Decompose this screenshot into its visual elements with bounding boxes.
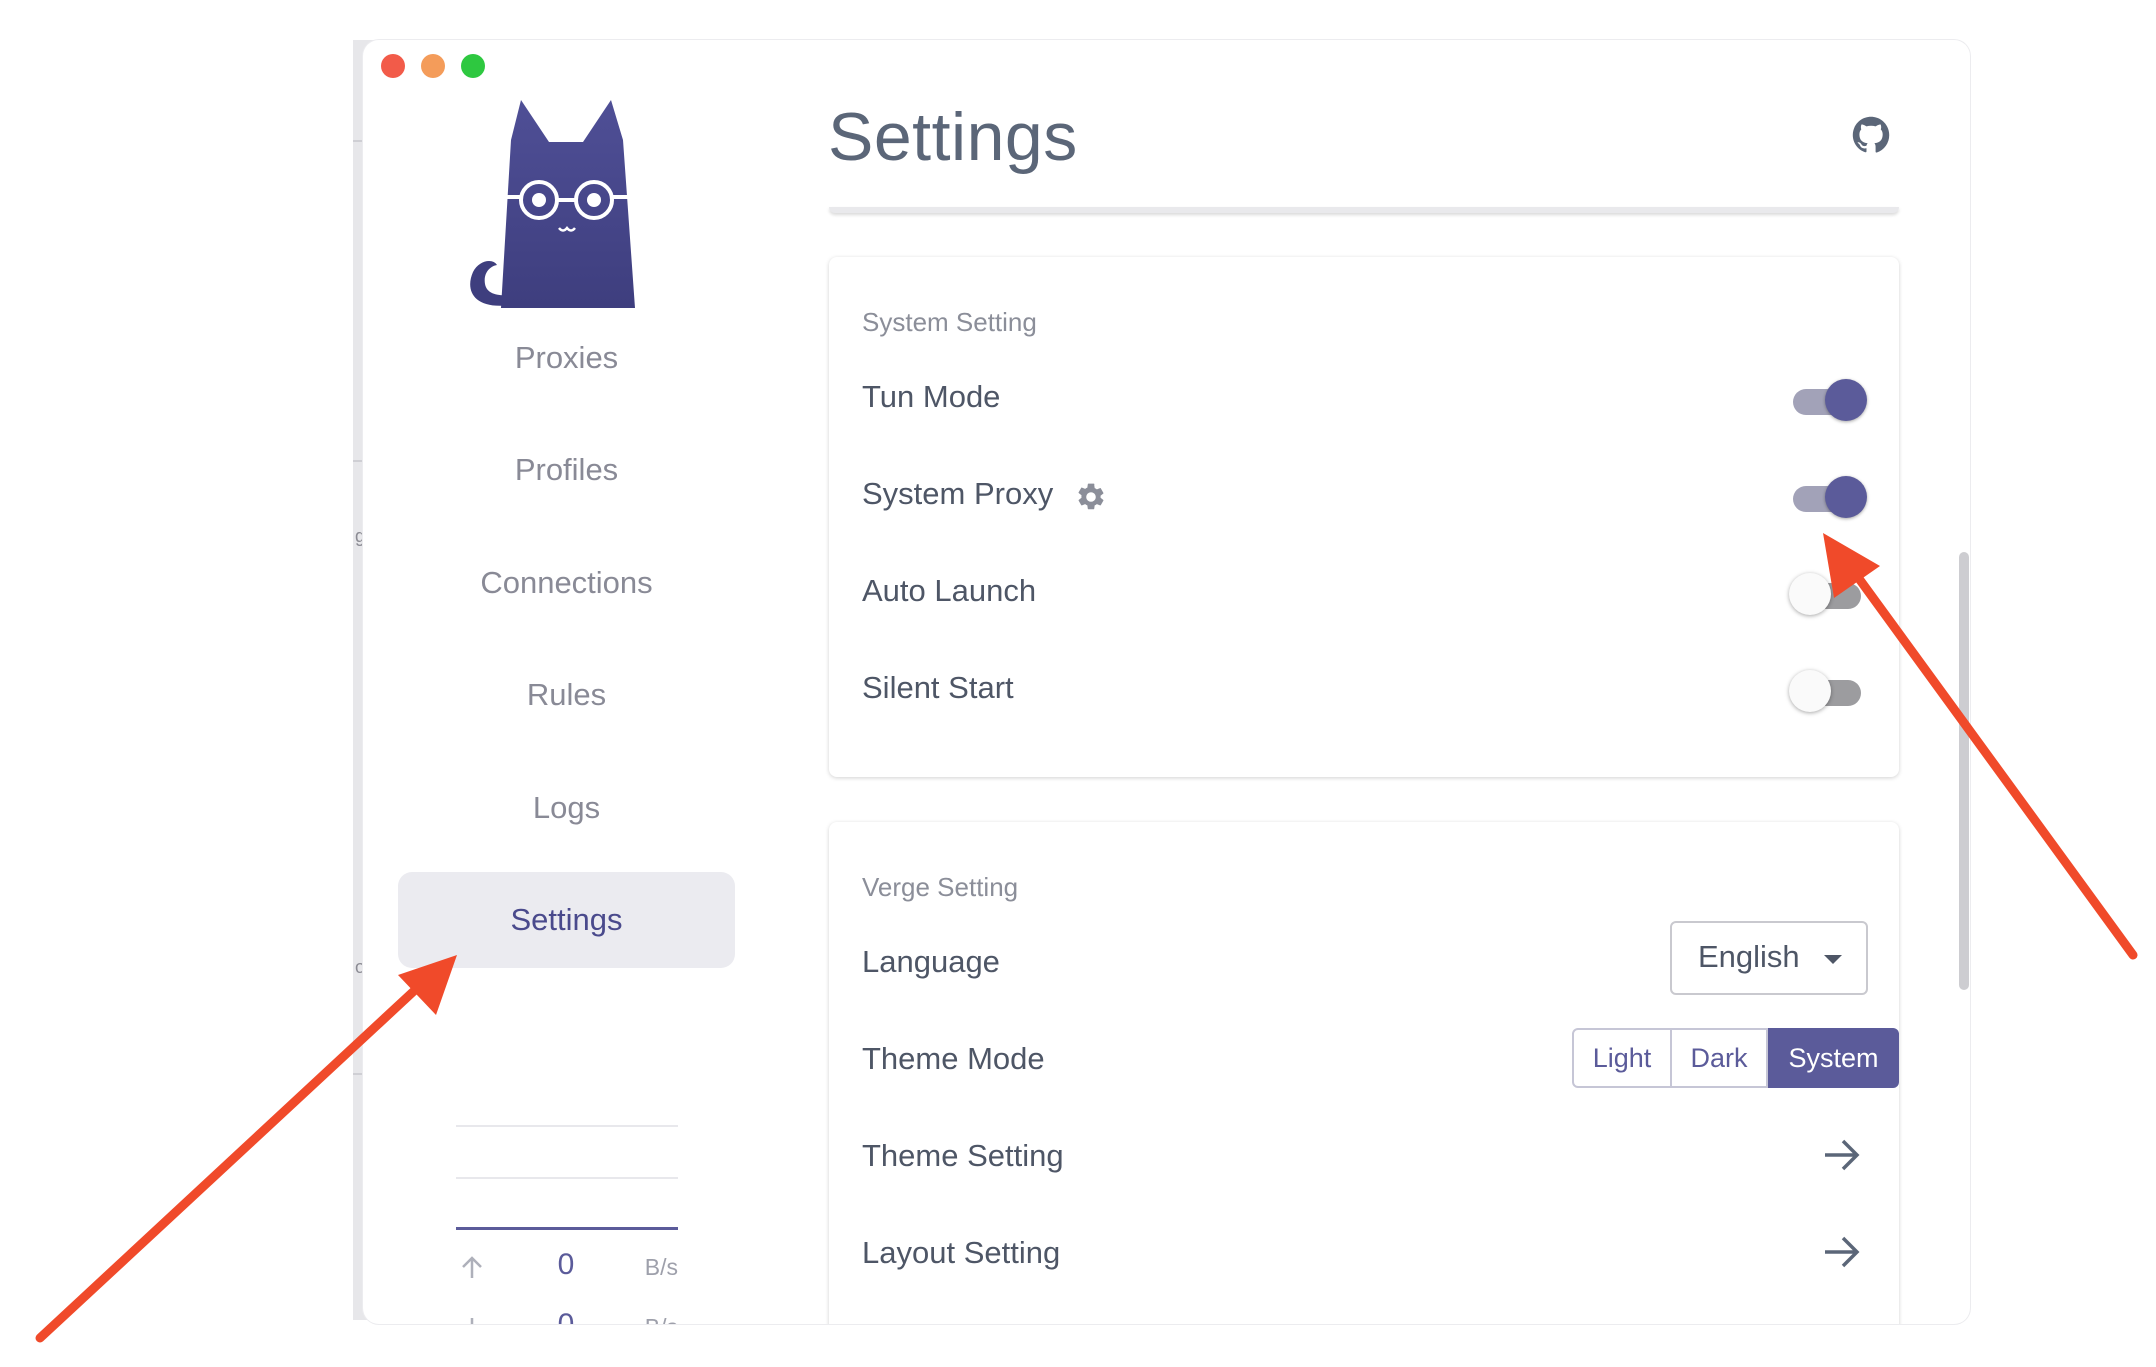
theme-dark-button[interactable]: Dark bbox=[1672, 1028, 1768, 1088]
language-value: English bbox=[1698, 939, 1800, 974]
nav-proxies[interactable]: Proxies bbox=[398, 310, 735, 406]
nav-connections[interactable]: Connections bbox=[398, 535, 735, 631]
gear-icon[interactable] bbox=[1075, 481, 1107, 513]
arrow-up-icon bbox=[462, 1256, 482, 1278]
auto-launch-label: Auto Launch bbox=[862, 573, 1037, 608]
nav-logs[interactable]: Logs bbox=[398, 760, 735, 856]
download-rate: 0 B/s bbox=[456, 1308, 678, 1324]
nav-rules[interactable]: Rules bbox=[398, 647, 735, 743]
card-title: System Setting bbox=[862, 307, 1037, 337]
arrow-right-icon[interactable] bbox=[1819, 1132, 1865, 1178]
arrow-down-icon bbox=[470, 1318, 474, 1324]
arrow-right-icon[interactable] bbox=[1819, 1229, 1865, 1275]
language-label: Language bbox=[862, 944, 1000, 979]
nav-profiles[interactable]: Profiles bbox=[398, 422, 735, 518]
language-select[interactable]: English bbox=[1670, 921, 1868, 995]
upload-rate: 0 B/s bbox=[456, 1248, 678, 1288]
graph-baseline bbox=[456, 1227, 678, 1230]
theme-mode-label: Theme Mode bbox=[862, 1041, 1045, 1076]
silent-start-switch[interactable] bbox=[1789, 668, 1865, 712]
caret-down-icon bbox=[1824, 955, 1842, 964]
layout-setting-label: Layout Setting bbox=[862, 1235, 1061, 1270]
page-title: Settings bbox=[828, 99, 1078, 175]
upload-unit: B/s bbox=[644, 1254, 678, 1280]
tun-mode-switch[interactable] bbox=[1789, 377, 1867, 421]
upload-value: 0 bbox=[557, 1248, 575, 1281]
system-setting-card: System Setting Tun Mode System Proxy Aut… bbox=[829, 257, 1899, 777]
theme-system-button[interactable]: System bbox=[1768, 1028, 1899, 1088]
silent-start-label: Silent Start bbox=[862, 670, 1014, 705]
download-value: 0 bbox=[536, 1308, 596, 1324]
card-title: Verge Setting bbox=[862, 872, 1019, 902]
theme-setting-label: Theme Setting bbox=[862, 1138, 1064, 1173]
download-unit: B/s bbox=[645, 1314, 678, 1324]
verge-setting-card: Verge Setting Language English Theme Mod… bbox=[829, 822, 1899, 1324]
cat-logo-icon bbox=[470, 100, 635, 308]
system-proxy-label: System Proxy bbox=[862, 476, 1054, 511]
graph-gridline bbox=[456, 1125, 678, 1127]
graph-gridline bbox=[456, 1177, 678, 1179]
tun-mode-label: Tun Mode bbox=[862, 379, 1001, 414]
sidebar: Proxies Profiles Connections Rules Logs … bbox=[363, 40, 773, 1324]
header-card-edge bbox=[829, 207, 1899, 213]
scrollbar[interactable] bbox=[1959, 552, 1969, 990]
theme-mode-toggle-group: Light Dark System bbox=[1572, 1028, 1899, 1088]
system-proxy-switch[interactable] bbox=[1789, 474, 1867, 518]
github-icon[interactable] bbox=[1852, 116, 1890, 154]
app-window: Proxies Profiles Connections Rules Logs … bbox=[363, 40, 1970, 1324]
auto-launch-switch[interactable] bbox=[1789, 571, 1865, 615]
nav-settings[interactable]: Settings bbox=[398, 872, 735, 968]
theme-light-button[interactable]: Light bbox=[1572, 1028, 1672, 1088]
